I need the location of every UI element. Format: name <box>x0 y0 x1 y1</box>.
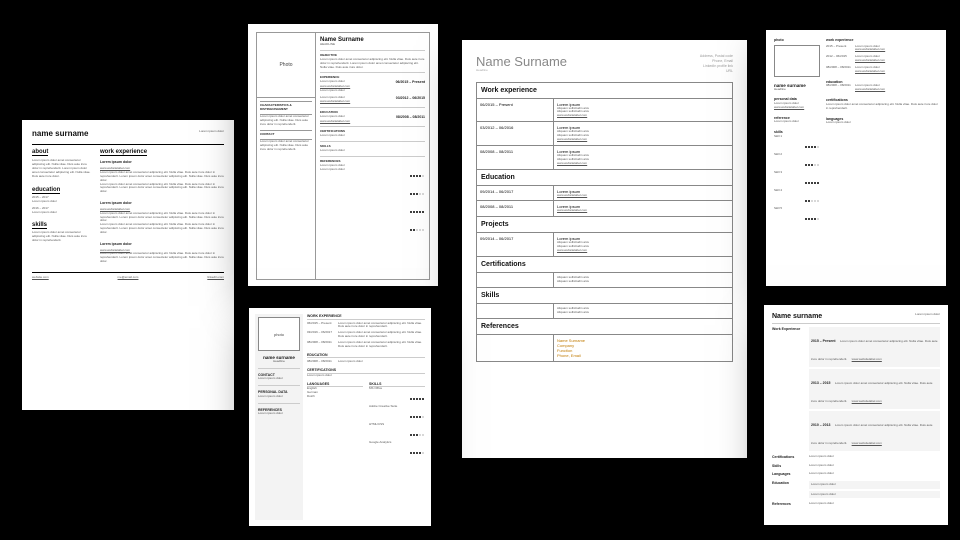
headline: Headline <box>774 88 820 92</box>
resume-template-6: Name surname Lorem ipsum dolor Work Expe… <box>764 305 948 525</box>
work-heading: Work experience <box>481 87 537 94</box>
skills-heading: Skills <box>481 292 499 299</box>
name: Name surname <box>772 313 822 320</box>
certifications-heading: Certifications <box>481 261 526 268</box>
skill-dots <box>410 387 425 405</box>
exp-date-1: 06/2015 – Present <box>396 80 425 85</box>
address: Lorem ipsum dolor <box>92 130 224 138</box>
references-heading: References <box>481 323 519 330</box>
address-block: Address, Postal codePhone, EmailLinkedIn… <box>700 54 733 74</box>
resume-template-5: photo name surname Headline personal dat… <box>766 30 946 286</box>
photo-placeholder <box>774 45 820 77</box>
education-heading: education <box>32 187 60 194</box>
photo-placeholder: Photo <box>257 33 315 98</box>
skill-dots <box>410 164 425 236</box>
about-heading: about <box>32 149 48 156</box>
skills-heading: skills <box>32 222 47 229</box>
headline: Headline <box>258 360 300 364</box>
resume-template-1: name surname Lorem ipsum dolor about Lor… <box>22 120 234 410</box>
languages-heading: Languages <box>772 472 804 477</box>
photo-placeholder: photo <box>258 317 300 351</box>
skills-heading: Skills <box>772 464 804 469</box>
projects-heading: Projects <box>481 221 509 228</box>
resume-template-2: Photo CHARACTERISTICS & DISTINGUISHMENT … <box>248 24 438 286</box>
footer-link[interactable]: website.com <box>32 276 49 280</box>
work-heading: Work Experience <box>772 327 804 451</box>
job-title: Lorem ipsum dolor <box>100 160 132 164</box>
name: name surname <box>32 130 92 138</box>
certifications-heading: Certifications <box>772 455 804 460</box>
work-heading: work experience <box>100 149 147 156</box>
work-heading: work experience <box>826 38 938 43</box>
resume-template-4: photo name surname Headline CONTACT Lore… <box>249 308 431 526</box>
headline: HEADLINE <box>320 43 425 47</box>
headline: Headline <box>476 69 567 73</box>
education-heading: Education <box>481 174 515 181</box>
references-heading: References <box>772 502 804 507</box>
work-date-1: 06/2015 – Present <box>480 102 513 107</box>
about-text: Lorem ipsum dolor amet consectetur adipi… <box>32 159 92 178</box>
name: Name Surname <box>476 54 567 69</box>
characteristics-heading: CHARACTERISTICS & DISTINGUISHMENT <box>260 101 312 115</box>
photo-heading: photo <box>774 38 820 43</box>
resume-template-3: Name Surname Headline Address, Postal co… <box>462 40 747 458</box>
education-heading: Education <box>772 481 804 499</box>
